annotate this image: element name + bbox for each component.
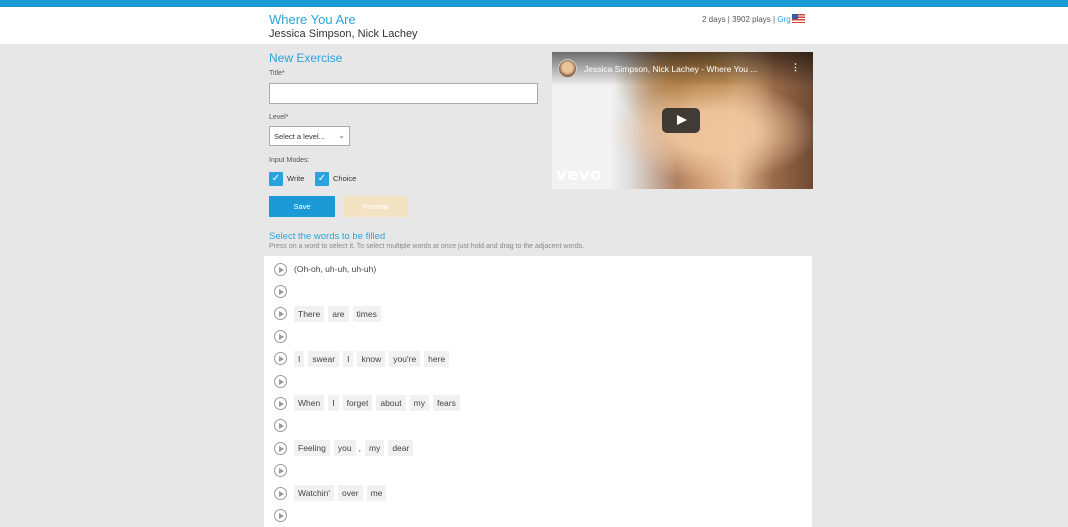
play-line-icon[interactable] xyxy=(274,464,287,478)
input-modes-label: Input Modes: xyxy=(269,157,310,164)
lyric-line: Feeling you, my dear xyxy=(274,439,417,457)
play-line-icon[interactable] xyxy=(274,486,287,500)
song-title: Where You Are xyxy=(269,12,356,27)
lyric-line: Watchin' over me xyxy=(274,484,390,502)
lyric-line xyxy=(274,327,294,345)
lyric-word[interactable]: Feeling xyxy=(294,440,330,457)
channel-avatar[interactable] xyxy=(558,59,577,78)
level-select[interactable]: Select a level... ⌄ xyxy=(269,126,350,146)
new-exercise-panel: New Exercise Title* Level* Select a leve… xyxy=(0,44,1068,226)
lyric-line: When Iforget about my fears xyxy=(274,394,464,412)
lyric-word[interactable]: swear xyxy=(308,350,340,367)
select-words-heading: Select the words to be filled xyxy=(269,231,386,242)
play-line-icon[interactable] xyxy=(274,508,287,522)
lyric-word[interactable]: my xyxy=(364,440,385,457)
save-button[interactable]: Save xyxy=(269,196,335,217)
lyric-word[interactable]: , xyxy=(358,440,362,456)
title-label: Title* xyxy=(269,70,285,77)
lyric-word[interactable]: know xyxy=(357,350,386,367)
lyrics-panel: Select the words to be filled Press on a… xyxy=(0,226,1068,527)
lyric-word[interactable]: I xyxy=(294,350,305,367)
page-header: Where You Are Jessica Simpson, Nick Lach… xyxy=(0,7,1068,44)
choice-label: Choice xyxy=(333,174,357,183)
lyric-word[interactable]: you're xyxy=(389,350,421,367)
write-checkbox[interactable]: ✓ xyxy=(269,172,283,186)
more-options-icon[interactable]: ⋮ xyxy=(791,62,800,73)
lyric-line xyxy=(274,417,294,435)
play-button[interactable] xyxy=(662,108,700,133)
preview-button[interactable]: Preview xyxy=(343,196,408,217)
song-stats: 2 days | 3902 plays | Grg xyxy=(702,14,805,24)
lyric-word[interactable]: forget xyxy=(342,395,373,412)
lyric-line xyxy=(274,506,294,524)
lyric-word[interactable]: about xyxy=(376,395,406,412)
play-line-icon[interactable] xyxy=(274,352,287,366)
lyric-word[interactable]: are xyxy=(328,305,349,322)
video-title[interactable]: Jessica Simpson, Nick Lachey - Where You… xyxy=(584,64,789,74)
lyrics-list: (Oh-oh, uh-uh, uh-uh) There are times Iswear… xyxy=(264,256,812,527)
play-line-icon[interactable] xyxy=(274,374,287,388)
lyric-word[interactable]: When xyxy=(294,395,325,412)
user-link[interactable]: Grg xyxy=(777,15,790,24)
lyric-word[interactable]: There xyxy=(294,305,325,322)
lyric-line: There are times xyxy=(274,305,385,323)
lyric-word[interactable]: I xyxy=(328,395,339,412)
play-line-icon[interactable] xyxy=(274,307,287,321)
chevron-down-icon: ⌄ xyxy=(338,131,345,140)
play-line-icon[interactable] xyxy=(274,262,287,276)
video-player[interactable]: Jessica Simpson, Nick Lachey - Where You… xyxy=(552,52,813,189)
lyric-word[interactable]: dear xyxy=(388,440,414,457)
title-input[interactable] xyxy=(269,83,538,104)
lyric-line: Iswear Iknow you're here xyxy=(274,350,453,368)
lyric-word[interactable]: times xyxy=(352,305,381,322)
us-flag-icon xyxy=(791,14,805,23)
choice-checkbox[interactable]: ✓ xyxy=(315,172,329,186)
lyric-line: (Oh-oh, uh-uh, uh-uh) xyxy=(274,260,376,278)
lyric-word[interactable]: (Oh-oh, uh-uh, uh-uh) xyxy=(294,261,376,277)
lyric-line xyxy=(274,282,294,300)
play-line-icon[interactable] xyxy=(274,396,287,410)
lyric-word[interactable]: I xyxy=(343,350,354,367)
lyric-line xyxy=(274,372,294,390)
lyric-word[interactable]: you xyxy=(333,440,356,457)
select-words-instructions: Press on a word to select it. To select … xyxy=(269,243,585,250)
lyric-word[interactable]: fears xyxy=(432,395,460,412)
write-label: Write xyxy=(287,174,305,183)
level-label: Level* xyxy=(269,114,289,121)
stats-text: 2 days | 3902 plays | xyxy=(702,15,778,24)
play-line-icon[interactable] xyxy=(274,441,287,455)
lyric-word[interactable]: Watchin' xyxy=(294,485,335,501)
new-exercise-heading: New Exercise xyxy=(269,51,343,65)
lyric-word[interactable]: my xyxy=(409,395,429,412)
song-artist: Jessica Simpson, Nick Lachey xyxy=(269,28,418,40)
lyric-line xyxy=(274,462,294,480)
level-select-value: Select a level... xyxy=(274,132,325,141)
play-line-icon[interactable] xyxy=(274,329,287,343)
play-line-icon[interactable] xyxy=(274,284,287,298)
top-accent-bar xyxy=(0,0,1068,7)
lyric-word[interactable]: here xyxy=(424,350,450,367)
vevo-logo: vevo xyxy=(556,165,602,185)
lyric-word[interactable]: over xyxy=(338,485,363,501)
play-line-icon[interactable] xyxy=(274,419,287,433)
lyric-word[interactable]: me xyxy=(366,485,387,501)
